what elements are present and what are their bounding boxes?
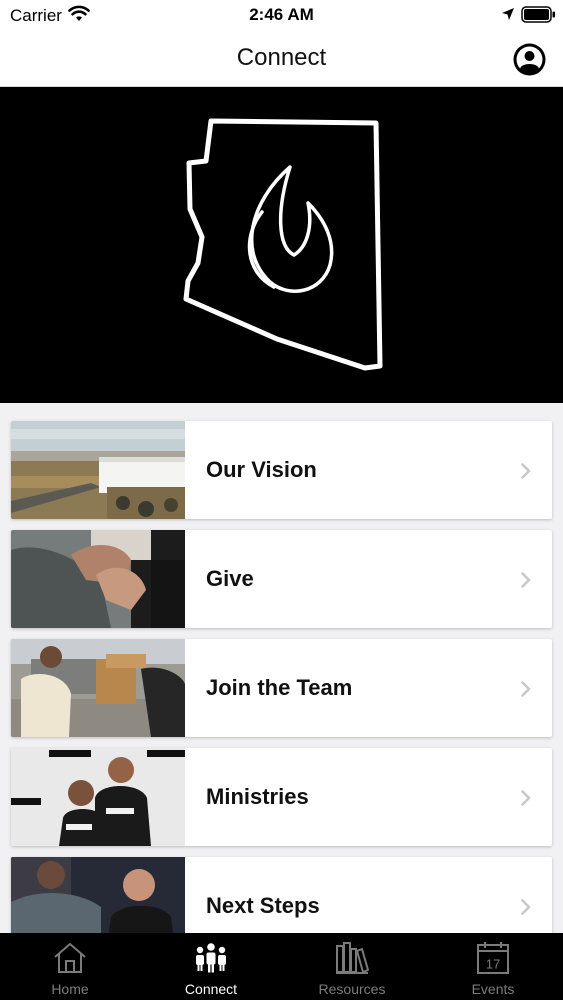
menu-item-label: Give [206,566,254,591]
tab-label: Home [51,981,89,997]
menu-item-ministries[interactable]: Ministries [11,748,552,846]
chevron-right-icon [521,572,531,588]
tab-bar: Home Connect Resources 17 Events [0,933,563,1000]
connect-menu-list: Our Vision Give Join the Team Ministries… [0,403,563,933]
menu-item-next-steps[interactable]: Next Steps [11,857,552,933]
battery-icon [521,6,555,23]
menu-item-label: Our Vision [206,457,317,482]
menu-item-label: Ministries [206,784,309,809]
chevron-right-icon [521,790,531,806]
people-icon [196,943,226,973]
tab-resources[interactable]: Resources [282,933,422,1000]
arizona-flame-logo [183,118,383,371]
status-bar: Carrier 2:46 AM [0,0,563,30]
tab-label: Connect [184,981,238,997]
chevron-right-icon [521,899,531,915]
baptism-photo [11,857,185,933]
tab-home[interactable]: Home [0,933,140,1000]
tab-label: Events [471,981,515,997]
status-time: 2:46 AM [249,5,314,24]
chevron-right-icon [521,681,531,697]
profile-icon[interactable] [513,43,546,76]
hero-banner [0,87,563,403]
books-icon [336,942,369,974]
menu-item-label: Next Steps [206,893,320,918]
praying-hands-photo [11,530,185,628]
desert-building-photo [11,421,185,519]
couple-photo [11,748,185,846]
tab-label: Resources [318,981,386,997]
calendar-icon: 17 [477,942,509,974]
nav-bar: Connect [0,30,563,87]
menu-item-give[interactable]: Give [11,530,552,628]
page-title: Connect [236,44,327,71]
calendar-day: 17 [486,957,500,972]
tab-events[interactable]: 17 Events [423,933,563,1000]
home-icon [54,943,86,973]
chevron-right-icon [521,463,531,479]
location-icon [502,8,514,20]
menu-item-our-vision[interactable]: Our Vision [11,421,552,519]
tab-connect[interactable]: Connect [141,933,281,1000]
volunteers-photo [11,639,185,737]
menu-item-join-the-team[interactable]: Join the Team [11,639,552,737]
menu-item-label: Join the Team [206,675,353,700]
